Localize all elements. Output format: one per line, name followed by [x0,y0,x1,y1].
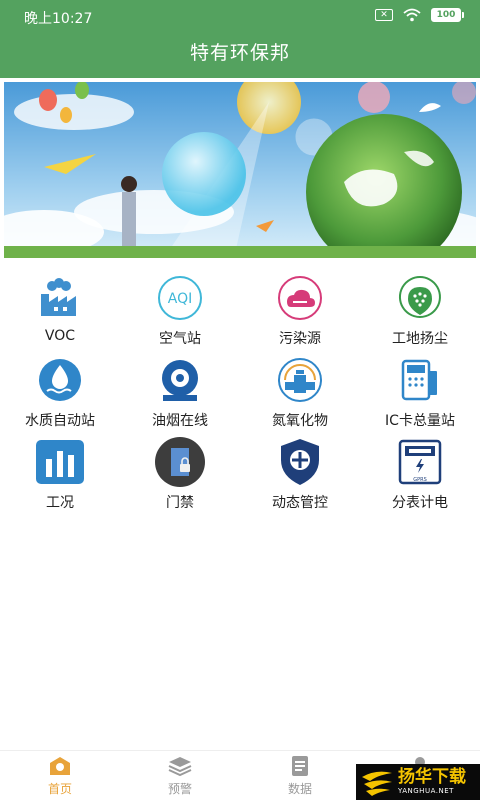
grid-item-label: 分表计电 [392,495,448,511]
home-icon [50,757,70,775]
door-lock-icon [154,436,206,488]
grid-item-oil-fume[interactable]: 油烟在线 [120,354,240,434]
layers-icon [168,757,192,777]
app-header: 晚上10:27 ✕ 100 特有环保邦 [0,0,480,78]
battery-icon: 100 [431,8,464,22]
grid-item-label: 工况 [46,495,74,511]
card-reader-icon [394,354,446,406]
grid-item-label: VOC [44,328,76,344]
bar-chart-icon [34,436,86,488]
grid-item-sub-metering[interactable]: GPRS 分表计电 [360,436,480,516]
grid-item-water-quality[interactable]: 水质自动站 [0,354,120,434]
no-sim-icon: ✕ [375,9,393,21]
grid-item-nitrogen-oxides[interactable]: 氮氧化物 [240,354,360,434]
watermark-title: 扬华下载 [398,767,466,787]
grid-item-label: IC卡总量站 [385,413,455,429]
page-title: 特有环保邦 [189,42,290,64]
tab-label: 首页 [47,782,72,796]
grid-item-label: 空气站 [159,331,201,347]
grid-item-label: 氮氧化物 [272,413,328,429]
grid-item-working-condition[interactable]: 工况 [0,436,120,516]
tab-label: 数据 [287,782,312,796]
grid-item-label: 工地扬尘 [392,331,448,347]
shield-icon [274,436,326,488]
electric-meter-icon: GPRS [394,436,446,488]
status-bar: 晚上10:27 ✕ 100 [0,0,480,32]
grid-item-ic-card-station[interactable]: IC卡总量站 [360,354,480,434]
status-time: 晚上10:27 [24,11,93,27]
factory-icon [34,272,86,324]
grid-item-pollution-source[interactable]: 污染源 [240,272,360,352]
tab-home[interactable]: 首页 [0,755,120,800]
water-drop-icon [34,354,86,406]
tab-alert[interactable]: 预警 [120,755,240,800]
grid-item-label: 动态管控 [272,495,328,511]
battery-level: 100 [431,8,461,22]
grid-item-label: 水质自动站 [25,413,95,429]
grid-item-access-control[interactable]: 门禁 [120,436,240,516]
grid-item-label: 油烟在线 [152,413,208,429]
gprs-text: GPRS [413,477,427,483]
grid-item-label: 污染源 [279,331,321,347]
pipe-valve-icon [274,354,326,406]
banner-image[interactable] [4,82,476,258]
grid-item-label: 门禁 [166,495,194,511]
cloud-pollution-icon [274,272,326,324]
grid-item-construction-dust[interactable]: 工地扬尘 [360,272,480,352]
tab-label: 预警 [167,782,192,796]
watermark-sub: YANGHUA.NET [398,787,454,795]
document-icon [292,756,308,776]
status-icons: ✕ 100 [375,8,464,22]
grid-item-voc[interactable]: VOC [0,272,120,352]
wifi-icon [403,8,421,22]
swoosh-logo-icon [362,771,392,796]
range-hood-icon [154,354,206,406]
aqi-text: AQI [168,291,192,307]
watermark-logo: 扬华下载 YANGHUA.NET [356,764,480,800]
aqi-icon: AQI [154,272,206,324]
grid-item-air-station[interactable]: AQI 空气站 [120,272,240,352]
tab-data[interactable]: 数据 [240,755,360,800]
grid-item-dynamic-control[interactable]: 动态管控 [240,436,360,516]
dust-icon [394,272,446,324]
